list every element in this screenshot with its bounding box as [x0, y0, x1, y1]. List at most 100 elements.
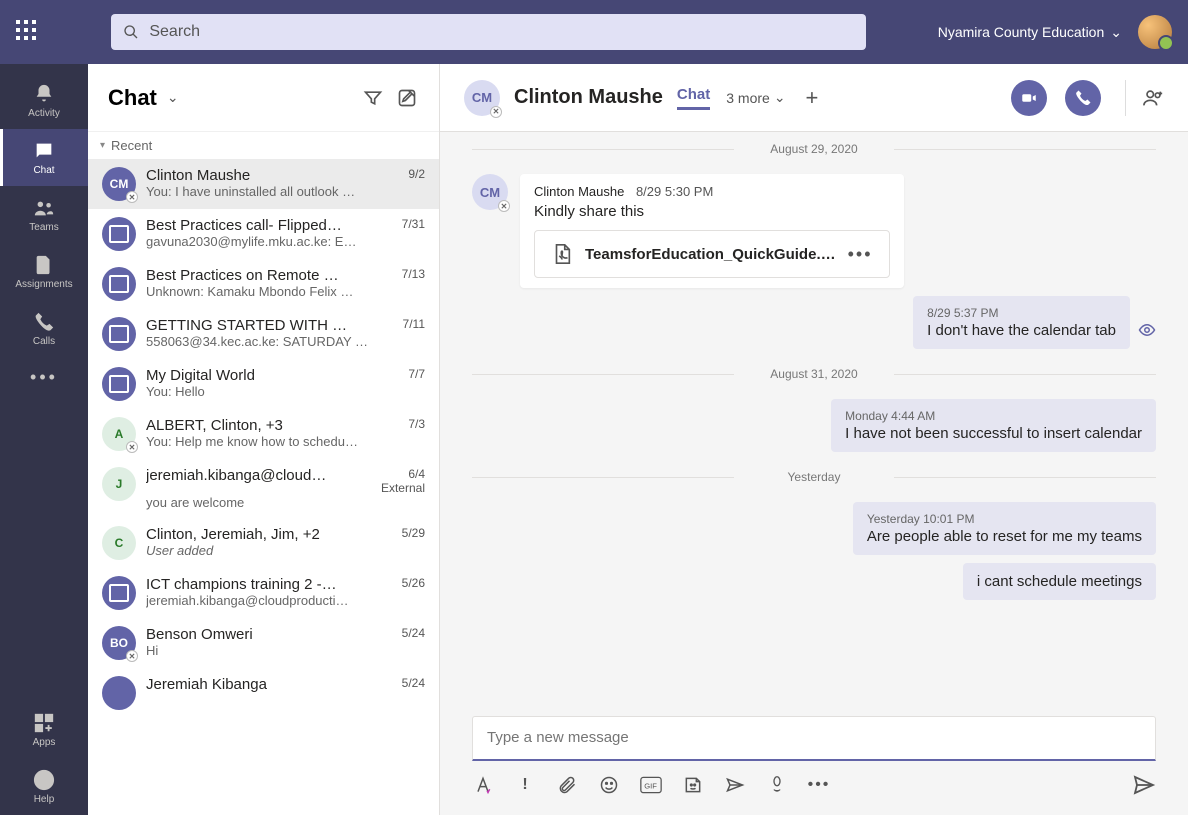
rail-activity[interactable]: Activity — [0, 72, 88, 129]
tab-chat[interactable]: Chat — [677, 86, 710, 110]
chat-item-date: 5/26 — [402, 576, 425, 593]
outgoing-message: 8/29 5:37 PM I don't have the calendar t… — [913, 296, 1130, 349]
chat-list-item[interactable]: Jeremiah Kibanga5/24 — [88, 668, 439, 718]
chevron-down-icon: ⌄ — [774, 89, 786, 106]
date-separator: August 29, 2020 — [472, 142, 1156, 156]
message-text: i cant schedule meetings — [977, 573, 1142, 590]
rail-more[interactable]: ••• — [30, 357, 58, 398]
stream-icon[interactable] — [766, 774, 788, 796]
chat-item-date: 7/31 — [402, 217, 425, 234]
chat-list-item[interactable]: BO✕Benson Omweri5/24Hi — [88, 618, 439, 668]
new-chat-icon[interactable] — [395, 86, 419, 110]
chat-item-date: 5/29 — [402, 526, 425, 543]
rail-chat[interactable]: Chat — [0, 129, 88, 186]
outgoing-message: Monday 4:44 AM I have not been successfu… — [831, 399, 1156, 452]
chat-item-title: Best Practices call- Flipped… — [146, 217, 342, 234]
chevron-down-icon[interactable]: ⌄ — [167, 89, 179, 106]
user-avatar[interactable] — [1138, 15, 1172, 49]
chat-list-item[interactable]: CM✕Clinton Maushe9/2You: I have uninstal… — [88, 159, 439, 209]
chat-panel-title: Chat — [108, 85, 157, 111]
add-tab-button[interactable]: + — [802, 85, 823, 111]
file-attachment[interactable]: TeamsforEducation_QuickGuide.… ••• — [534, 230, 890, 278]
chat-item-preview: User added — [146, 543, 425, 558]
gif-icon[interactable]: GIF — [640, 774, 662, 796]
chat-item-title: Benson Omweri — [146, 626, 253, 643]
conversation-title: Clinton Maushe — [514, 86, 663, 109]
sticker-icon[interactable] — [682, 774, 704, 796]
chat-item-preview: Unknown: Kamaku Mbondo Felix … — [146, 284, 425, 299]
add-people-button[interactable] — [1125, 80, 1164, 116]
presence-offline-icon: ✕ — [126, 441, 138, 453]
contact-avatar[interactable]: CM ✕ — [464, 80, 500, 116]
rail-assignments[interactable]: Assignments — [0, 243, 88, 300]
schedule-meeting-icon[interactable] — [724, 774, 746, 796]
chat-item-title: GETTING STARTED WITH … — [146, 317, 347, 334]
rail-help[interactable]: Help — [0, 758, 88, 815]
chat-list-item[interactable]: ICT champions training 2 -…5/26jeremiah.… — [88, 568, 439, 618]
chat-item-avatar: J — [102, 467, 136, 501]
chat-list-item[interactable]: GETTING STARTED WITH …7/11558063@34.kec.… — [88, 309, 439, 359]
chat-item-preview: you are welcome — [146, 495, 425, 510]
search-input[interactable]: Search — [111, 14, 866, 50]
pdf-icon — [551, 243, 573, 265]
app-launcher-icon[interactable] — [16, 20, 40, 44]
message-input[interactable] — [472, 716, 1156, 761]
chat-item-avatar: CM✕ — [102, 167, 136, 201]
message-time: Yesterday 10:01 PM — [867, 512, 1142, 526]
chat-item-avatar: A✕ — [102, 417, 136, 451]
chat-item-date: 6/4 — [381, 467, 425, 481]
chat-item-preview: gavuna2030@mylife.mku.ac.ke: E… — [146, 234, 425, 249]
audio-call-button[interactable] — [1065, 80, 1101, 116]
incoming-message: CM ✕ Clinton Maushe 8/29 5:30 PM Kindly … — [472, 174, 985, 288]
attachment-more-icon[interactable]: ••• — [848, 244, 873, 265]
rail-calls[interactable]: Calls — [0, 300, 88, 357]
chat-list-panel: Chat ⌄ ▾ Recent CM✕Clinton Maushe9/2You:… — [88, 64, 440, 815]
chevron-down-icon: ⌄ — [1110, 24, 1122, 41]
bell-icon — [32, 82, 56, 106]
chat-item-preview: You: Help me know how to schedu… — [146, 434, 425, 449]
send-button[interactable] — [1132, 773, 1156, 797]
section-recent[interactable]: ▾ Recent — [88, 132, 439, 159]
tenant-switcher[interactable]: Nyamira County Education ⌄ — [938, 24, 1122, 41]
conversation-panel: CM ✕ Clinton Maushe Chat 3 more ⌄ + — [440, 64, 1188, 815]
chat-item-avatar — [102, 267, 136, 301]
sender-avatar: CM ✕ — [472, 174, 508, 210]
apps-icon — [32, 711, 56, 735]
tab-more[interactable]: 3 more ⌄ — [726, 89, 785, 106]
collapse-icon: ▾ — [100, 140, 105, 151]
chat-item-avatar: C — [102, 526, 136, 560]
chat-item-title: jeremiah.kibanga@cloud… — [146, 467, 326, 495]
compose-area: ! GIF ••• — [440, 716, 1188, 815]
chat-list-item[interactable]: Best Practices on Remote …7/13Unknown: K… — [88, 259, 439, 309]
message-text: I don't have the calendar tab — [927, 322, 1116, 339]
title-bar: Search Nyamira County Education ⌄ — [0, 0, 1188, 64]
chat-list-item[interactable]: CClinton, Jeremiah, Jim, +25/29User adde… — [88, 518, 439, 568]
presence-offline-icon: ✕ — [126, 191, 138, 203]
message-text: I have not been successful to insert cal… — [845, 425, 1142, 442]
chat-item-title: ALBERT, Clinton, +3 — [146, 417, 283, 434]
chat-item-avatar — [102, 676, 136, 710]
chat-item-title: Clinton Maushe — [146, 167, 250, 184]
presence-offline-icon: ✕ — [126, 650, 138, 662]
chat-item-title: My Digital World — [146, 367, 255, 384]
video-call-button[interactable] — [1011, 80, 1047, 116]
filter-icon[interactable] — [361, 86, 385, 110]
presence-offline-icon: ✕ — [490, 106, 502, 118]
chat-list-item[interactable]: A✕ALBERT, Clinton, +37/3You: Help me kno… — [88, 409, 439, 459]
rail-apps[interactable]: Apps — [0, 701, 88, 758]
assignments-icon — [32, 253, 56, 277]
chat-list-item[interactable]: My Digital World7/7You: Hello — [88, 359, 439, 409]
message-time: 8/29 5:37 PM — [927, 306, 1116, 320]
more-actions-icon[interactable]: ••• — [808, 774, 830, 796]
format-icon[interactable] — [472, 774, 494, 796]
chat-list-item[interactable]: Best Practices call- Flipped… 7/31gavuna2… — [88, 209, 439, 259]
priority-icon[interactable]: ! — [514, 774, 536, 796]
chat-list-item[interactable]: Jjeremiah.kibanga@cloud…6/4Externalyou a… — [88, 459, 439, 518]
seen-icon — [1138, 321, 1156, 339]
rail-teams[interactable]: Teams — [0, 186, 88, 243]
attach-icon[interactable] — [556, 774, 578, 796]
chat-item-title: Best Practices on Remote … — [146, 267, 339, 284]
date-separator: August 31, 2020 — [472, 367, 1156, 381]
attachment-name: TeamsforEducation_QuickGuide.… — [585, 246, 836, 263]
emoji-icon[interactable] — [598, 774, 620, 796]
